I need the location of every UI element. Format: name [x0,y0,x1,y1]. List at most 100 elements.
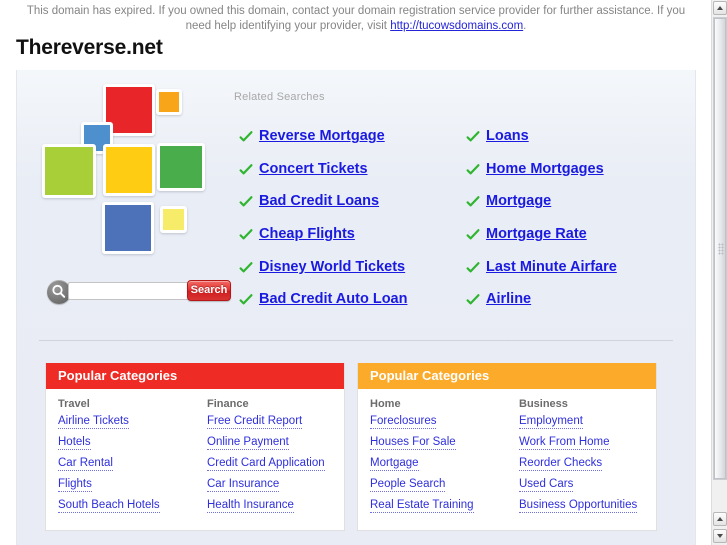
related-search-row: Cheap Flights [239,218,407,251]
related-search-row: Last Minute Airfare [466,250,617,283]
green-check-icon [466,163,480,175]
category-link[interactable]: Work From Home [519,436,610,450]
category-link[interactable]: Real Estate Training [370,499,474,513]
lime-square [42,144,96,198]
scroll-up-button[interactable] [713,1,727,15]
green-check-icon [239,131,253,142]
indigo-square [102,202,154,254]
related-search-row: Concert Tickets [239,153,407,186]
search-bar: Search [47,280,237,306]
yellow-square [103,144,155,196]
green-check-icon [466,294,480,305]
related-searches-column-left: Reverse Mortgage Concert Tickets Bad Credi… [239,120,407,316]
scroll-up-arrow-icon [717,6,723,10]
related-search-row: Home Mortgages [466,153,617,186]
category-link[interactable]: South Beach Hotels [58,499,160,513]
category-link[interactable]: Houses For Sale [370,436,456,450]
related-search-link[interactable]: Reverse Mortgage [259,128,385,144]
green-check-icon [466,196,480,207]
title-bar: Thereverse.net [16,33,696,69]
popular-categories-panel-red: Popular Categories Travel Airline Tickets… [45,363,345,531]
banner-text-before: This domain has expired. If you owned th… [26,5,686,32]
scrollbar-grip-icon [718,242,724,255]
tucows-domains-link[interactable]: http://tucowsdomains.com [390,20,523,32]
scrollbar-thumb[interactable] [714,18,726,479]
category-link[interactable]: Foreclosures [370,415,437,429]
orange-square [156,89,182,115]
category-link[interactable]: Airline Tickets [58,415,129,429]
panel-header: Popular Categories [358,363,656,389]
category-link[interactable]: Credit Card Application [207,457,325,471]
category-link[interactable]: Flights [58,478,92,492]
category-column: Business Employment Work From Home Reorder … [507,398,656,520]
category-link[interactable]: Free Credit Report [207,415,303,429]
related-search-link[interactable]: Cheap Flights [259,226,355,242]
main-content: Related Searches Reverse Mortgage Concert… [16,70,696,545]
scroll-down-button-upper[interactable] [713,512,727,526]
related-search-link[interactable]: Loans [486,128,529,144]
category-link[interactable]: Used Cars [519,478,574,492]
category-heading: Finance [207,398,249,410]
search-input-wrapper[interactable] [68,282,198,301]
related-search-link[interactable]: Bad Credit Auto Loan [259,291,407,307]
related-search-link[interactable]: Bad Credit Loans [259,193,379,209]
browser-viewport: This domain has expired. If you owned th… [0,0,711,545]
green-check-icon [239,196,253,207]
panel-body: Home Foreclosures Houses For Sale Mortgage P… [358,389,656,530]
related-searches-column-right: Loans Home Mortgages Mortgage Mortgage Rate… [466,120,617,316]
green-check-icon [239,163,253,175]
green-square [157,143,205,191]
related-search-row: Reverse Mortgage [239,120,407,153]
green-check-icon [466,131,480,142]
related-search-row: Disney World Tickets [239,250,407,283]
category-link[interactable]: Health Insurance [207,499,294,513]
panel-body: Travel Airline Tickets Hotels Car Rental Fli… [46,389,344,530]
category-link[interactable]: Mortgage [370,457,419,471]
related-search-row: Mortgage Rate [466,218,617,251]
page-title: Thereverse.net [16,36,163,59]
category-link[interactable]: Business Opportunities [519,499,638,513]
related-search-link[interactable]: Airline [486,291,531,307]
pale-yellow-square [160,206,187,233]
scroll-down-arrow-icon [717,534,723,538]
related-search-row: Loans [466,120,617,153]
category-link[interactable]: Hotels [58,436,91,450]
category-link[interactable]: Car Insurance [207,478,280,492]
banner-text-after: . [523,20,527,32]
category-column: Travel Airline Tickets Hotels Car Rental Fli… [46,398,195,520]
related-search-row: Bad Credit Auto Loan [239,283,407,316]
green-check-icon [239,294,253,305]
green-check-icon [239,229,253,240]
search-input[interactable] [69,285,197,301]
related-search-link[interactable]: Disney World Tickets [259,259,405,275]
popular-categories-panel-orange: Popular Categories Home Foreclosures House… [357,363,657,531]
related-searches-label: Related Searches [234,91,325,103]
related-search-link[interactable]: Home Mortgages [486,161,604,177]
colored-squares-logo [39,80,224,265]
related-search-link[interactable]: Mortgage [486,193,551,209]
scrollbar-track[interactable] [713,17,727,480]
category-column: Home Foreclosures Houses For Sale Mortgage P… [358,398,507,520]
category-heading: Home [370,398,401,410]
panel-header: Popular Categories [46,363,344,389]
related-search-link[interactable]: Last Minute Airfare [486,259,617,275]
related-search-link[interactable]: Mortgage Rate [486,226,587,242]
category-link[interactable]: Employment [519,415,583,429]
green-check-icon [466,261,480,273]
section-divider [39,340,673,341]
category-column: Finance Free Credit Report Online Payment C… [195,398,344,520]
scroll-down-button[interactable] [713,529,727,543]
category-link[interactable]: Car Rental [58,457,113,471]
related-search-row: Mortgage [466,185,617,218]
vertical-scrollbar[interactable] [711,0,727,545]
category-link[interactable]: Online Payment [207,436,289,450]
search-button[interactable]: Search [187,280,231,301]
category-link[interactable]: People Search [370,478,446,492]
green-check-icon [466,229,480,240]
related-search-link[interactable]: Concert Tickets [259,161,368,177]
page-root: This domain has expired. If you owned th… [0,0,727,545]
category-heading: Business [519,398,568,410]
related-search-row: Bad Credit Loans [239,185,407,218]
category-heading: Travel [58,398,90,410]
category-link[interactable]: Reorder Checks [519,457,603,471]
